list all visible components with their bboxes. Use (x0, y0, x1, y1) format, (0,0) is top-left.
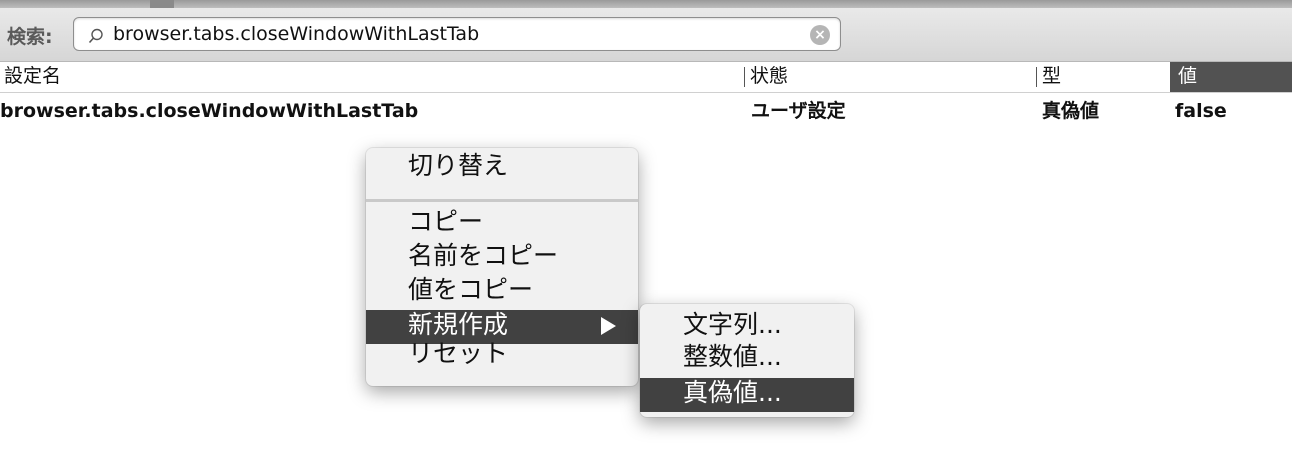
submenu-item-boolean[interactable]: 真偽値... (640, 378, 854, 412)
pref-status-cell: ユーザ設定 (751, 100, 846, 122)
column-header-status[interactable]: 状態 (744, 62, 788, 92)
menu-separator (366, 199, 638, 202)
menu-item-reset[interactable]: リセット (366, 339, 638, 373)
window-top-strip (0, 0, 1292, 8)
column-divider (744, 66, 745, 87)
column-header-name[interactable]: 設定名 (4, 62, 61, 92)
table-header: 設定名 状態 型 値 (0, 62, 1292, 93)
menu-item-copy[interactable]: コピー (366, 207, 638, 241)
pref-name-cell: browser.tabs.closeWindowWithLastTab (0, 100, 419, 122)
menu-item-toggle[interactable]: 切り替え (366, 151, 638, 185)
search-label: 検索: (7, 26, 53, 48)
search-input[interactable]: browser.tabs.closeWindowWithLastTab × (73, 17, 841, 51)
clear-search-icon[interactable]: × (810, 25, 830, 45)
submenu-item-string[interactable]: 文字列... (640, 310, 854, 344)
submenu-arrow-icon (601, 317, 616, 335)
search-icon (88, 28, 103, 44)
menu-item-copy-value[interactable]: 値をコピー (366, 275, 638, 309)
submenu-item-integer[interactable]: 整数値... (640, 342, 854, 376)
menu-item-copy-name[interactable]: 名前をコピー (366, 241, 638, 275)
scroll-thumb[interactable] (150, 0, 174, 8)
column-header-value[interactable]: 値 (1170, 62, 1292, 92)
new-submenu: 文字列... 整数値... 真偽値... (640, 304, 854, 417)
column-divider (1036, 66, 1037, 87)
pref-value-cell: false (1175, 100, 1227, 122)
context-menu: 切り替え コピー 名前をコピー 値をコピー 新規作成 リセット (366, 148, 638, 386)
pref-type-cell: 真偽値 (1042, 100, 1100, 122)
table-row[interactable]: browser.tabs.closeWindowWithLastTab ユーザ設… (0, 96, 1292, 126)
search-bar: 検索: browser.tabs.closeWindowWithLastTab … (0, 8, 1292, 62)
search-value: browser.tabs.closeWindowWithLastTab (113, 23, 480, 45)
column-header-type[interactable]: 型 (1036, 62, 1061, 92)
